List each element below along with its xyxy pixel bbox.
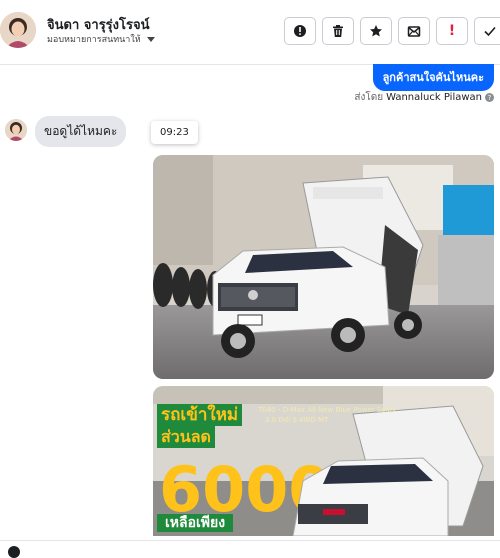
assign-conversation-dropdown[interactable]: มอบหมายการสนทนาให้ bbox=[47, 32, 155, 46]
star-button[interactable] bbox=[360, 17, 392, 45]
sent-by-prefix: ส่งโดย bbox=[354, 92, 384, 103]
spam-button[interactable]: ! bbox=[436, 17, 468, 45]
report-button[interactable] bbox=[284, 17, 316, 45]
sent-message-bubble[interactable]: ลูกค้าสนใจคันไหนคะ bbox=[372, 64, 494, 91]
promo-model-line2: 3.0 Ddi S 4WD MT bbox=[265, 416, 329, 424]
contact-avatar[interactable] bbox=[0, 12, 36, 48]
truck-photo-1[interactable] bbox=[153, 155, 494, 379]
truck-photo-2-promo[interactable]: 60000 รถเข้าใหม่ T040 - D-Max All New Bl… bbox=[153, 386, 494, 536]
promo-headline: รถเข้าใหม่ bbox=[157, 404, 243, 426]
promo-discount-label: ส่วนลด bbox=[157, 426, 215, 448]
message-composer bbox=[0, 540, 500, 558]
envelope-icon bbox=[407, 26, 421, 37]
trash-icon bbox=[333, 25, 343, 37]
delete-button[interactable] bbox=[322, 17, 354, 45]
check-icon bbox=[484, 26, 496, 37]
alert-circle-icon bbox=[294, 25, 306, 37]
chevron-down-icon bbox=[146, 36, 155, 42]
sent-by-name[interactable]: Wannaluck Pilawan bbox=[386, 92, 482, 103]
truck-photo-1-image bbox=[153, 155, 494, 379]
sender-avatar[interactable] bbox=[5, 119, 27, 141]
composer-emoji-icon[interactable] bbox=[8, 546, 20, 558]
incoming-message-bubble[interactable]: ขอดูได้ไหมคะ bbox=[35, 116, 127, 147]
sent-by-line: ส่งโดย Wannaluck Pilawan ? bbox=[354, 90, 494, 105]
timestamp-tooltip: 09:23 bbox=[151, 121, 198, 144]
done-button[interactable] bbox=[474, 17, 500, 45]
mark-unread-button[interactable] bbox=[398, 17, 430, 45]
help-icon[interactable]: ? bbox=[485, 93, 494, 102]
assign-label: มอบหมายการสนทนาให้ bbox=[47, 35, 141, 45]
star-icon bbox=[370, 25, 382, 37]
exclamation-icon: ! bbox=[448, 23, 456, 39]
conversation-toolbar: ! bbox=[284, 17, 500, 45]
conversation-header: จินดา จารุรุ่งโรจน์ มอบหมายการสนทนาให้ ! bbox=[0, 0, 500, 65]
promo-remaining-label: เหลือเพียง bbox=[157, 514, 234, 532]
promo-model-line1: T040 - D-Max All New Blue Power Spark bbox=[258, 406, 397, 414]
